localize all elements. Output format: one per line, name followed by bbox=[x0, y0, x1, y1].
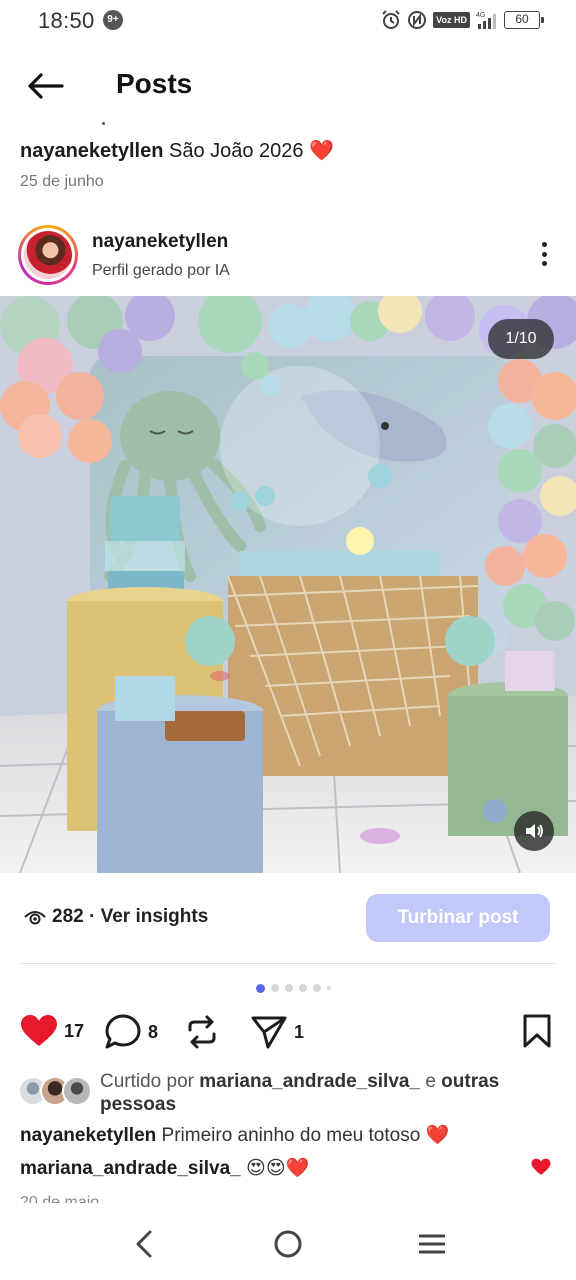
arrow-left-icon bbox=[28, 73, 64, 99]
caption-text: Primeiro aninho do meu totoso ❤️ bbox=[161, 1125, 450, 1146]
repost-button[interactable] bbox=[184, 1014, 220, 1050]
insights-row: 282 · Ver insights Turbinar post bbox=[0, 894, 576, 942]
status-icons: Voz HD 4G 60 bbox=[381, 10, 544, 30]
system-nav-bar bbox=[0, 1208, 576, 1280]
caption-username[interactable]: nayaneketyllen bbox=[20, 1125, 156, 1146]
circle-home-icon bbox=[274, 1230, 302, 1258]
heart-filled-icon bbox=[21, 1015, 57, 1046]
carousel-dot bbox=[299, 984, 307, 992]
boost-post-button[interactable]: Turbinar post bbox=[366, 894, 550, 942]
alarm-icon bbox=[382, 10, 400, 29]
carousel-dot-active bbox=[256, 983, 265, 993]
chevron-left-icon bbox=[136, 1230, 152, 1258]
likes-count: 17 bbox=[64, 1020, 85, 1041]
shares-count: 1 bbox=[294, 1021, 305, 1042]
menu-icon bbox=[419, 1234, 445, 1254]
heart-filled-icon bbox=[531, 1158, 551, 1175]
more-options-button[interactable] bbox=[536, 238, 552, 270]
divider bbox=[20, 963, 556, 964]
liked-by-text: Curtido por mariana_andrade_silva_ e out… bbox=[100, 1070, 560, 1116]
more-dot-icon bbox=[541, 251, 547, 257]
more-dot-icon bbox=[541, 261, 547, 266]
comment-preview[interactable]: mariana_andrade_silva_ 😍😍❤️ bbox=[20, 1156, 309, 1180]
comment-like-button[interactable] bbox=[531, 1158, 551, 1181]
speaker-icon bbox=[526, 824, 543, 838]
insights-label: · Ver insights bbox=[88, 906, 209, 927]
views-count: 282 bbox=[52, 906, 84, 927]
eye-icon bbox=[24, 911, 46, 925]
nav-back-button[interactable] bbox=[124, 1224, 164, 1264]
app-header: Posts bbox=[0, 56, 576, 116]
status-bar: 18:50 9+ Voz HD 4G 60 bbox=[0, 0, 576, 42]
repost-icon bbox=[188, 1015, 216, 1049]
sound-toggle-button[interactable] bbox=[514, 811, 554, 851]
liked-by-user[interactable]: mariana_andrade_silva_ bbox=[199, 1071, 420, 1092]
svg-text:4G: 4G bbox=[476, 12, 485, 19]
view-insights-link[interactable]: 282 · Ver insights bbox=[52, 906, 208, 928]
avatar bbox=[62, 1076, 92, 1106]
comments-count: 8 bbox=[148, 1021, 159, 1042]
previous-post-caption: nayaneketyllen São João 2026 ❤️ bbox=[20, 138, 334, 163]
post-date: 20 de maio bbox=[20, 1194, 100, 1203]
comment-username[interactable]: mariana_andrade_silva_ bbox=[20, 1158, 241, 1179]
avatar-image bbox=[24, 231, 72, 279]
previous-post-username[interactable]: nayaneketyllen bbox=[20, 140, 163, 162]
liked-by-prefix: Curtido por bbox=[100, 1071, 194, 1092]
post-subtitle: Perfil gerado por IA bbox=[92, 262, 230, 279]
separator-dot bbox=[102, 122, 105, 125]
avatar[interactable] bbox=[18, 225, 78, 285]
party-scene-image bbox=[0, 296, 576, 873]
liked-by-suffix: e bbox=[425, 1071, 436, 1092]
back-button[interactable] bbox=[20, 66, 70, 106]
battery-icon: 60 bbox=[504, 11, 544, 29]
carousel-indicator bbox=[256, 983, 331, 993]
more-dot-icon bbox=[541, 242, 547, 247]
share-button[interactable]: 1 bbox=[250, 1014, 304, 1050]
liker-avatars bbox=[18, 1076, 94, 1108]
bookmark-icon bbox=[523, 1014, 551, 1048]
previous-post-text: São João 2026 ❤️ bbox=[168, 140, 335, 162]
post-header: nayaneketyllen Perfil gerado por IA bbox=[0, 222, 576, 292]
carousel-dot bbox=[327, 986, 331, 990]
notification-badge: 9+ bbox=[103, 10, 123, 30]
send-icon bbox=[251, 1016, 287, 1049]
post-username[interactable]: nayaneketyllen bbox=[92, 231, 228, 253]
carousel-dot bbox=[271, 984, 279, 992]
nfc-icon bbox=[408, 11, 427, 29]
like-button[interactable]: 17 bbox=[20, 1014, 84, 1048]
post-photo[interactable]: 1/10 bbox=[0, 296, 576, 873]
signal-icon: 4G bbox=[476, 12, 496, 29]
status-time: 18:50 bbox=[38, 8, 95, 33]
nav-home-button[interactable] bbox=[268, 1224, 308, 1264]
save-button[interactable] bbox=[522, 1014, 552, 1053]
volte-label: Voz HD bbox=[433, 12, 470, 28]
nav-recents-button[interactable] bbox=[412, 1224, 452, 1264]
post-caption: nayaneketyllen Primeiro aninho do meu to… bbox=[20, 1123, 449, 1147]
carousel-dot bbox=[313, 984, 321, 992]
comment-icon bbox=[105, 1014, 141, 1049]
carousel-dot bbox=[285, 984, 293, 992]
comment-button[interactable]: 8 bbox=[104, 1014, 158, 1050]
post-actions: 17 8 1 bbox=[0, 1010, 576, 1056]
comment-text: 😍😍❤️ bbox=[246, 1158, 310, 1179]
page-title: Posts bbox=[116, 68, 193, 99]
photo-counter: 1/10 bbox=[488, 319, 554, 359]
previous-post-date: 25 de junho bbox=[20, 173, 104, 190]
